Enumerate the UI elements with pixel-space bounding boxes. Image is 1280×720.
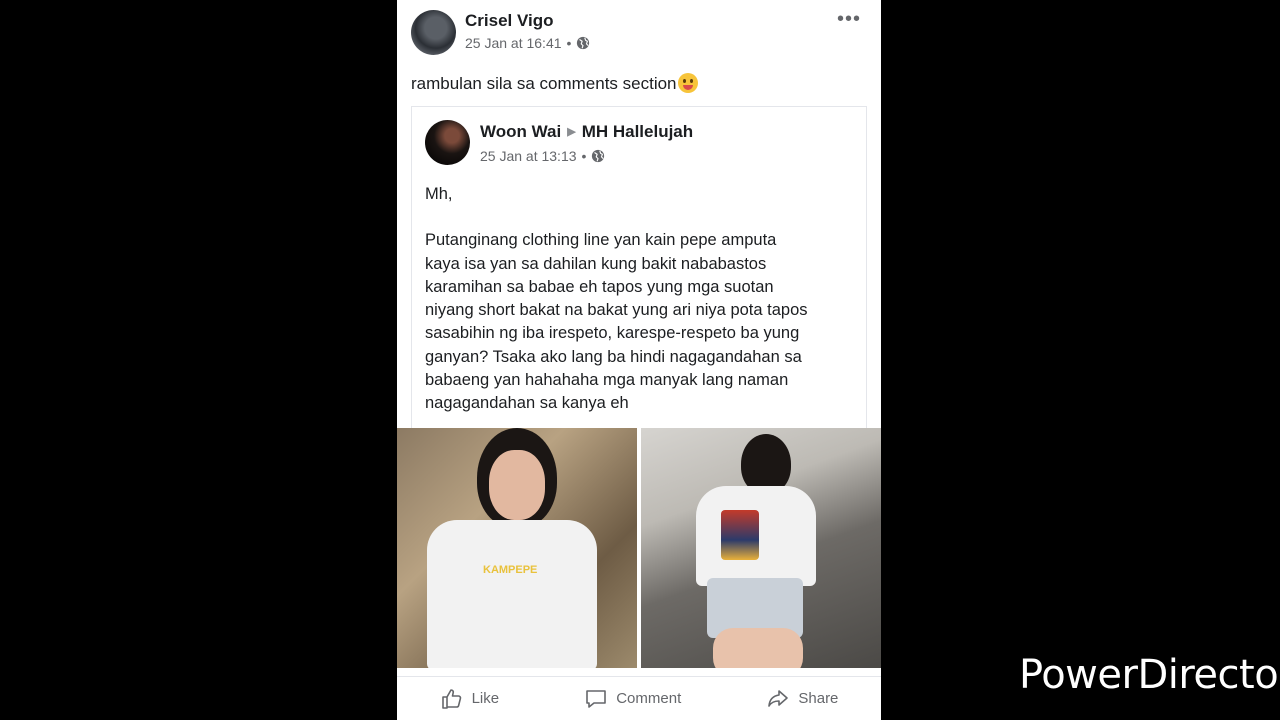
body-line: nagagandahan sa kanya eh xyxy=(425,394,629,413)
author-avatar[interactable] xyxy=(411,10,456,55)
share-label: Share xyxy=(798,690,839,707)
shirt-print: KAMPEPE xyxy=(483,564,538,576)
shared-author-avatar[interactable] xyxy=(425,120,470,165)
body-line: karamihan sa babae eh tapos yung mga suo… xyxy=(425,277,774,296)
action-bar: Like Comment Share xyxy=(397,676,881,720)
powerdirector-watermark: PowerDirector xyxy=(1019,652,1280,698)
shared-author-name[interactable]: Woon Wai xyxy=(480,122,561,141)
legs-shape xyxy=(713,628,803,668)
shared-meta-separator: • xyxy=(581,148,587,164)
author-name[interactable]: Crisel Vigo xyxy=(465,11,554,31)
shirt-graphic xyxy=(721,510,759,560)
body-line: kaya isa yan sa dahilan kung bakit nabab… xyxy=(425,254,767,273)
tongue-out-emoji-icon xyxy=(677,73,698,93)
face-shape xyxy=(489,450,545,520)
globe-icon xyxy=(592,149,605,163)
like-button[interactable]: Like xyxy=(440,687,500,711)
caption-text: rambulan sila sa comments section xyxy=(411,74,677,93)
more-horizontal-icon[interactable]: ••• xyxy=(837,8,861,31)
globe-icon xyxy=(577,36,590,50)
facebook-post: Crisel Vigo 25 Jan at 16:41 • ••• rambul… xyxy=(397,0,881,720)
comment-label: Comment xyxy=(616,690,682,707)
thumbs-up-icon xyxy=(441,688,461,709)
shared-post-greeting: Mh, xyxy=(425,185,453,203)
hair-shape xyxy=(741,434,791,494)
post-timestamp[interactable]: 25 Jan at 16:41 xyxy=(465,35,562,51)
shared-post-meta: 25 Jan at 13:13 • xyxy=(480,148,605,164)
body-line: niyang short bakat na bakat yung ari niy… xyxy=(425,301,808,320)
comment-icon xyxy=(586,689,607,708)
shirt-shape xyxy=(427,520,597,668)
body-line: sasabihin ng iba irespeto, karespe-respe… xyxy=(425,324,800,343)
shared-post-header: Woon Wai ▶ MH Hallelujah xyxy=(480,122,693,142)
triangle-right-icon: ▶ xyxy=(567,126,576,138)
shared-post-timestamp[interactable]: 25 Jan at 13:13 xyxy=(480,148,577,164)
share-icon xyxy=(768,689,789,707)
shared-post[interactable]: Woon Wai ▶ MH Hallelujah 25 Jan at 13:13 •… xyxy=(411,106,867,428)
photo-1[interactable]: KAMPEPE xyxy=(397,428,637,668)
body-line: Putanginang clothing line yan kain pepe … xyxy=(425,231,777,250)
body-line: babaeng yan hahahaha mga manyak lang nam… xyxy=(425,371,789,390)
photo-grid: KAMPEPE xyxy=(397,428,881,668)
post-meta: 25 Jan at 16:41 • xyxy=(465,35,590,51)
like-label: Like xyxy=(471,690,500,707)
shared-post-paragraph: Putanginang clothing line yan kain pepe … xyxy=(425,229,855,415)
body-line: ganyan? Tsaka ako lang ba hindi nagagand… xyxy=(425,347,802,366)
share-button[interactable]: Share xyxy=(766,687,838,711)
shared-post-body: Mh, Putanginang clothing line yan kain p… xyxy=(425,183,855,416)
photo-2[interactable] xyxy=(641,428,881,668)
shared-target-name[interactable]: MH Hallelujah xyxy=(582,122,693,141)
meta-separator: • xyxy=(566,35,572,51)
comment-button[interactable]: Comment xyxy=(584,687,681,711)
post-caption: rambulan sila sa comments section xyxy=(411,73,698,94)
